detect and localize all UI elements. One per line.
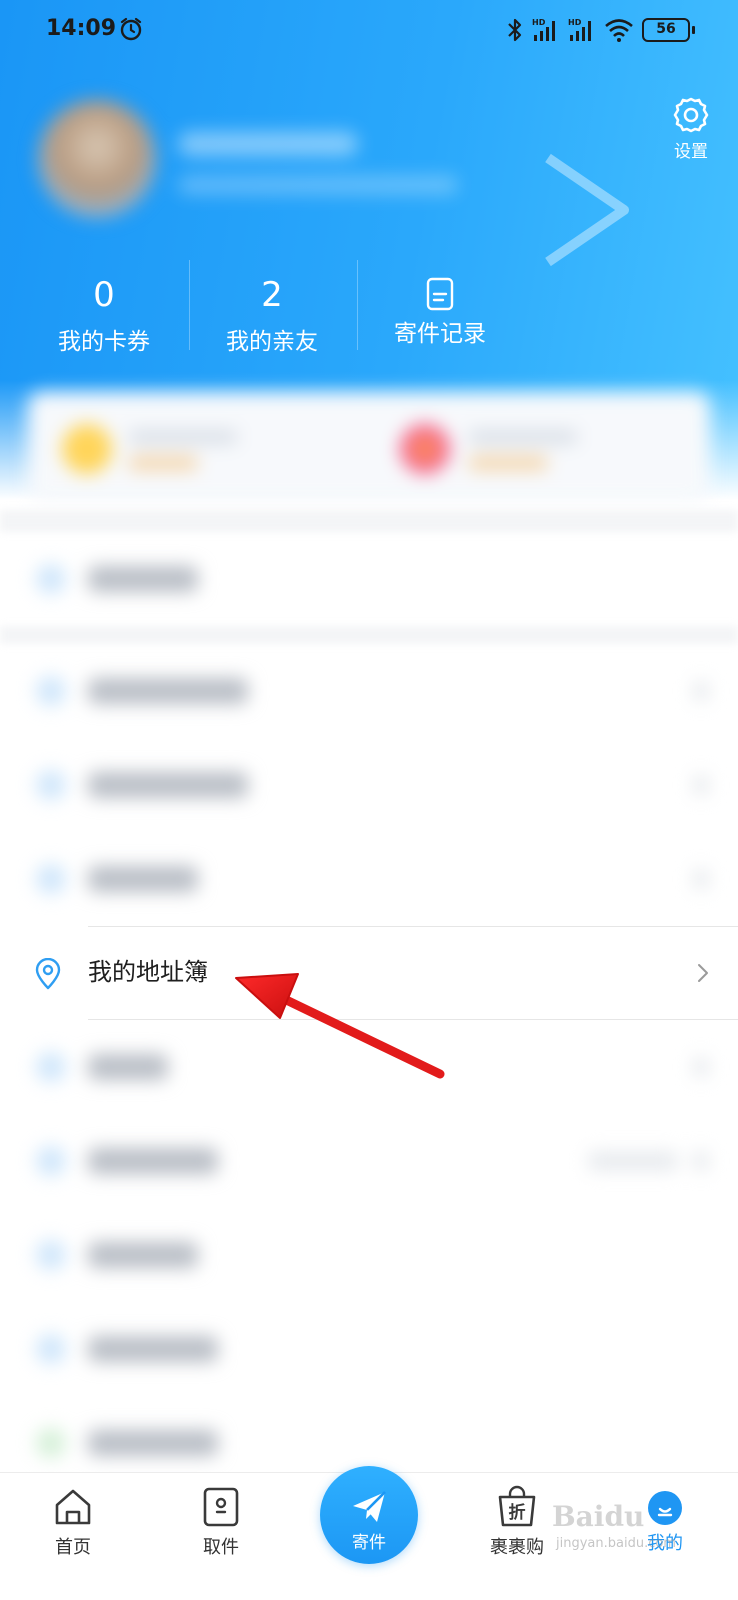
list-item-icon bbox=[36, 864, 66, 894]
list-item-label-redacted bbox=[88, 566, 198, 592]
tab-shop[interactable]: 折 裹裹购 bbox=[472, 1485, 562, 1559]
paper-plane-icon bbox=[353, 1491, 386, 1522]
list-item-icon bbox=[36, 564, 66, 594]
tab-home[interactable]: 首页 bbox=[28, 1485, 118, 1559]
wifi-icon bbox=[605, 19, 633, 42]
list-item-icon bbox=[36, 1146, 66, 1176]
status-time: 14:09 bbox=[46, 16, 117, 41]
watermark-brand-suffix: du bbox=[604, 1500, 645, 1533]
list-item-icon bbox=[36, 1428, 66, 1458]
document-icon bbox=[426, 277, 454, 311]
list-item[interactable] bbox=[0, 1302, 738, 1396]
tab-shop-label: 裹裹购 bbox=[490, 1537, 544, 1558]
watermark-url: jingyan.baidu.com bbox=[556, 1536, 676, 1551]
tab-pickup[interactable]: 取件 bbox=[176, 1485, 266, 1559]
list-item-label-redacted bbox=[88, 1430, 218, 1456]
gear-icon bbox=[673, 97, 709, 133]
promo-card[interactable] bbox=[28, 392, 710, 502]
promo-icon-2 bbox=[400, 424, 450, 474]
stat-shipping-records[interactable]: 寄件记录 bbox=[358, 255, 522, 355]
list-item-icon bbox=[36, 1334, 66, 1364]
play-decoration-icon bbox=[545, 153, 629, 267]
tab-pickup-label: 取件 bbox=[203, 1537, 239, 1558]
tab-home-label: 首页 bbox=[55, 1537, 91, 1558]
alarm-clock-icon bbox=[120, 17, 142, 41]
list-item[interactable] bbox=[0, 738, 738, 832]
send-package-button[interactable]: 寄件 bbox=[320, 1466, 418, 1564]
promo-subtext-1 bbox=[128, 456, 198, 470]
list-item-label-redacted bbox=[88, 1054, 168, 1080]
shipping-records-label: 寄件记录 bbox=[394, 321, 486, 347]
status-bar: 14:09 HD HD 56 bbox=[0, 0, 738, 62]
coupons-label: 我的卡券 bbox=[58, 329, 150, 355]
stats-row: 0 我的卡券 2 我的亲友 寄件记录 bbox=[22, 255, 522, 355]
list-item-icon bbox=[36, 770, 66, 800]
chevron-right-icon bbox=[694, 1058, 708, 1076]
watermark-brand: Bai bbox=[552, 1500, 605, 1533]
list-item-label-redacted bbox=[88, 678, 248, 704]
address-book-label: 我的地址簿 bbox=[88, 958, 208, 986]
promo-text-2 bbox=[468, 430, 578, 444]
list-item-icon bbox=[36, 1052, 66, 1082]
chevron-right-icon bbox=[694, 682, 708, 700]
send-package-label: 寄件 bbox=[352, 1533, 386, 1553]
profile-tab-icon bbox=[648, 1491, 682, 1525]
friends-count: 2 bbox=[261, 275, 283, 315]
promo-subtext-2 bbox=[468, 456, 548, 470]
chevron-right-icon bbox=[698, 964, 708, 982]
signal-hd-icon-2: HD bbox=[568, 18, 591, 41]
avatar[interactable] bbox=[38, 100, 156, 218]
list-item-icon bbox=[36, 1240, 66, 1270]
baidu-watermark: Baidu bbox=[552, 1500, 644, 1533]
home-icon bbox=[55, 1489, 91, 1525]
stat-coupons[interactable]: 0 我的卡券 bbox=[22, 255, 186, 355]
discount-badge: 折 bbox=[509, 1502, 526, 1523]
settings-label: 设置 bbox=[674, 142, 708, 162]
list-item-label-redacted bbox=[88, 1242, 198, 1268]
list-item-icon bbox=[36, 676, 66, 706]
status-icons: HD HD 56 bbox=[506, 16, 695, 44]
list-item[interactable] bbox=[0, 832, 738, 926]
stat-friends[interactable]: 2 我的亲友 bbox=[190, 255, 354, 355]
list-item[interactable] bbox=[0, 644, 738, 738]
divider bbox=[88, 926, 738, 927]
chevron-right-icon bbox=[694, 1152, 708, 1170]
location-pin-icon bbox=[35, 958, 61, 990]
list-item[interactable] bbox=[0, 1208, 738, 1302]
list-item-label-redacted bbox=[88, 866, 198, 892]
chevron-right-icon bbox=[694, 870, 708, 888]
list-item-label-redacted bbox=[88, 1148, 218, 1174]
settings-button[interactable]: 设置 bbox=[666, 95, 716, 162]
section-gap bbox=[0, 510, 738, 532]
signal-hd-icon: HD bbox=[532, 18, 555, 41]
promo-icon-1 bbox=[62, 424, 112, 474]
list-item-value-redacted bbox=[588, 1152, 678, 1170]
list-item-label-redacted bbox=[88, 1336, 218, 1362]
list-item[interactable] bbox=[0, 532, 738, 626]
bluetooth-icon bbox=[508, 18, 522, 42]
battery-indicator: 56 bbox=[642, 18, 695, 42]
user-icon bbox=[657, 1507, 673, 1517]
shopping-bag-icon: 折 bbox=[498, 1485, 536, 1527]
promo-text-1 bbox=[128, 430, 238, 444]
username-redacted bbox=[178, 132, 358, 156]
list-item-label-redacted bbox=[88, 772, 248, 798]
section-gap bbox=[0, 626, 738, 644]
locker-icon bbox=[203, 1487, 239, 1527]
list-item[interactable] bbox=[0, 1114, 738, 1208]
chevron-right-icon bbox=[694, 776, 708, 794]
user-subtitle-redacted bbox=[178, 176, 458, 194]
annotation-arrow-icon bbox=[235, 973, 445, 1079]
coupons-count: 0 bbox=[93, 275, 115, 315]
friends-label: 我的亲友 bbox=[226, 329, 318, 355]
hd-badge-1: HD bbox=[532, 18, 546, 27]
hd-badge-2: HD bbox=[568, 18, 582, 27]
